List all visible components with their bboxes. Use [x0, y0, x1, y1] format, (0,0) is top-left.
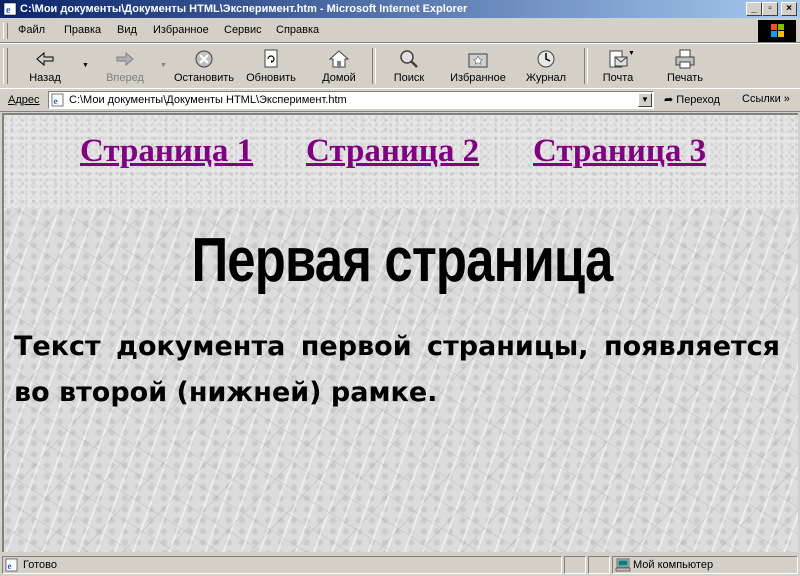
favorites-button[interactable]: Избранное — [446, 46, 510, 86]
search-icon — [400, 50, 418, 68]
home-label: Домой — [322, 72, 356, 84]
refresh-icon — [264, 49, 278, 68]
ie-page-icon: e — [3, 2, 17, 16]
status-cell-2 — [588, 556, 610, 574]
html-page-icon: e — [51, 93, 64, 107]
menu-tools[interactable]: Сервис — [224, 24, 262, 36]
bottom-frame: Первая страница Текст документа первой с… — [4, 208, 798, 552]
svg-text:e: e — [8, 561, 12, 571]
menu-file[interactable]: Файл — [18, 24, 45, 36]
stop-icon — [195, 50, 213, 68]
home-icon — [328, 50, 350, 68]
window-title: C:\Мои документы\Документы HTML\Эксперим… — [20, 3, 468, 15]
favorites-label: Избранное — [450, 72, 506, 84]
refresh-button[interactable]: Обновить — [244, 46, 298, 86]
status-cell-1 — [564, 556, 586, 574]
close-button[interactable]: × — [781, 2, 797, 16]
minimize-button[interactable]: _ — [746, 2, 762, 16]
back-arrow-icon — [36, 51, 54, 67]
my-computer-icon — [615, 558, 631, 572]
forward-button[interactable]: Вперед — [100, 46, 150, 86]
status-zone-panel: Мой компьютер — [612, 556, 798, 574]
link-page-3[interactable]: Страница 3 — [533, 133, 706, 170]
mail-icon — [609, 50, 628, 68]
link-page-2[interactable]: Страница 2 — [306, 133, 479, 170]
links-label: Ссылки — [742, 93, 781, 105]
links-button[interactable]: Ссылки » — [742, 93, 790, 105]
menu-grip[interactable] — [3, 23, 8, 39]
status-text: Готово — [23, 559, 57, 571]
svg-text:e: e — [54, 96, 58, 106]
address-dropdown-icon[interactable]: ▼ — [638, 93, 652, 107]
page-heading: Первая страница — [191, 226, 614, 295]
menu-help[interactable]: Справка — [276, 24, 319, 36]
back-label: Назад — [29, 72, 61, 84]
toolbar-separator-2 — [584, 48, 588, 84]
status-main-panel: e Готово — [2, 556, 562, 574]
history-button[interactable]: Журнал — [520, 46, 572, 86]
windows-logo — [758, 20, 796, 42]
address-value[interactable]: C:\Мои документы\Документы HTML\Эксперим… — [69, 94, 347, 106]
print-button[interactable]: Печать — [662, 46, 708, 86]
go-button[interactable]: ➦ Переход — [664, 93, 720, 106]
chevron-right-icon: » — [783, 93, 790, 105]
go-label: Переход — [676, 94, 720, 106]
menu-bar: Файл Правка Вид Избранное Сервис Справка — [0, 20, 800, 43]
stop-label: Остановить — [173, 72, 235, 84]
menu-edit[interactable]: Правка — [64, 24, 101, 36]
mail-label: Почта — [602, 72, 634, 84]
status-bar: e Готово Мой компьютер — [0, 554, 800, 576]
address-input[interactable]: e C:\Мои документы\Документы HTML\Экспер… — [48, 91, 654, 109]
stop-button[interactable]: Остановить — [172, 46, 236, 86]
history-icon — [537, 50, 555, 68]
toolbar-grip[interactable] — [3, 48, 8, 84]
search-button[interactable]: Поиск — [386, 46, 432, 86]
standard-toolbar: Назад ▼ Вперед ▼ Остановить Обновить Дом… — [0, 43, 800, 89]
status-page-icon: e — [5, 558, 18, 572]
forward-arrow-icon — [116, 51, 134, 67]
back-button[interactable]: Назад — [22, 46, 68, 86]
forward-dropdown-icon[interactable]: ▼ — [160, 62, 167, 69]
print-label: Печать — [666, 72, 704, 84]
favorites-icon — [468, 53, 488, 68]
refresh-label: Обновить — [246, 72, 296, 84]
menu-favorites[interactable]: Избранное — [153, 24, 209, 36]
mail-dropdown-icon[interactable]: ▼ — [628, 50, 635, 57]
go-arrow-icon: ➦ — [664, 94, 674, 106]
link-page-1[interactable]: Страница 1 — [80, 133, 253, 170]
home-button[interactable]: Домой — [316, 46, 362, 86]
back-dropdown-icon[interactable]: ▼ — [82, 62, 89, 69]
search-label: Поиск — [393, 72, 425, 84]
history-label: Журнал — [525, 72, 567, 84]
address-label: Адрес — [8, 94, 40, 106]
forward-label: Вперед — [106, 72, 144, 84]
svg-text:e: e — [6, 5, 11, 16]
toolbar-separator — [372, 48, 376, 84]
menu-view[interactable]: Вид — [117, 24, 137, 36]
top-frame: Страница 1 Страница 2 Страница 3 — [4, 115, 798, 208]
printer-icon — [675, 49, 695, 69]
ie-window: e C:\Мои документы\Документы HTML\Экспер… — [0, 0, 800, 576]
title-bar[interactable]: e C:\Мои документы\Документы HTML\Экспер… — [0, 0, 800, 18]
zone-text: Мой компьютер — [633, 559, 714, 571]
restore-button[interactable]: ▫ — [762, 2, 778, 16]
browser-viewport: Страница 1 Страница 2 Страница 3 Первая … — [2, 113, 798, 552]
windows-flag-icon — [771, 24, 784, 37]
address-bar: Адрес e C:\Мои документы\Документы HTML\… — [0, 88, 800, 112]
page-body-text: Текст документа первой страницы, появляе… — [14, 331, 780, 408]
